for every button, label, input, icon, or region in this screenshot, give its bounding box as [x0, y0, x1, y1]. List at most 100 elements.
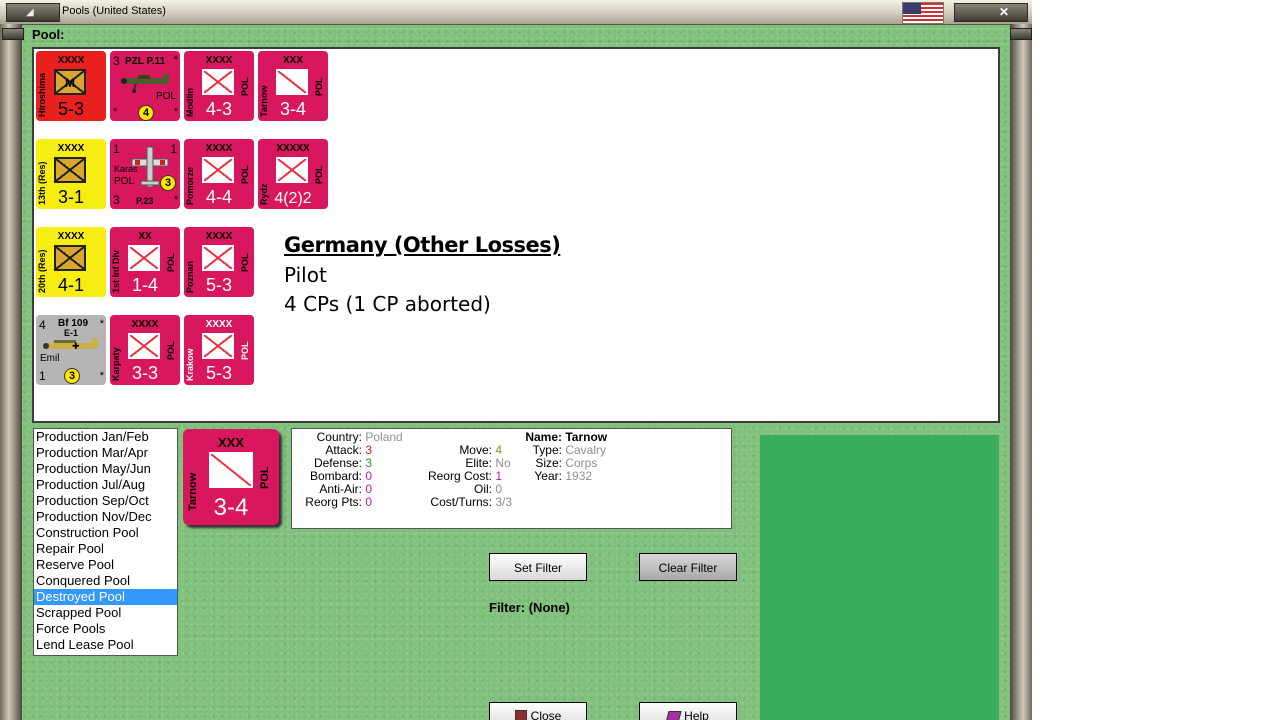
pzl-plane-icon [121, 74, 169, 93]
air-stat-bottom-left: 1 [39, 369, 46, 383]
year-value: 1932 [565, 469, 593, 483]
size-label: Size: [535, 456, 562, 470]
bombard-value: 0 [365, 469, 373, 483]
set-filter-button[interactable]: Set Filter [489, 553, 587, 581]
counter-strength: 5-3 [205, 363, 232, 383]
list-item[interactable]: Production May/Jun [34, 461, 177, 477]
reorgpts-value: 0 [365, 495, 373, 509]
counter-rydz[interactable]: XXXXX Rydz POL 4(2)2 [258, 139, 328, 209]
svg-text:✚: ✚ [72, 342, 80, 352]
close-button[interactable]: Close [489, 702, 587, 720]
counter-poznan[interactable]: XXXX Poznan POL 5-3 [184, 227, 254, 297]
counter-strength: 3-3 [131, 363, 158, 383]
unit-symbol [202, 157, 234, 183]
aircraft-badge: 3 [64, 368, 80, 384]
name-label: Name: [525, 430, 562, 444]
counter-hiroshima[interactable]: XXXX M Hiroshima 5-3 [36, 51, 106, 121]
counter-nation: POL [314, 165, 324, 185]
counter-strength: 4-1 [57, 275, 84, 295]
counter-pzl-p11[interactable]: 3 PZL P.11 * POL * * 4 [110, 51, 180, 121]
air-star: * [99, 370, 104, 382]
unit-symbol [276, 69, 308, 95]
filter-status: Filter: (None) [489, 600, 570, 615]
counter-modlin[interactable]: XXXX Modlin POL 4-3 [184, 51, 254, 121]
pool-type-list[interactable]: Production Jan/Feb Production Mar/Apr Pr… [33, 428, 178, 656]
counter-strength: 3-1 [57, 187, 84, 207]
unit-info-panel: Country: Poland Attack: 3 Defense: 3 Bom… [291, 428, 732, 529]
size-value: Corps [565, 456, 598, 470]
list-item[interactable]: Reserve Pool [34, 557, 177, 573]
loss-cps: 4 CPs (1 CP aborted) [284, 292, 491, 316]
attack-label: Attack: [325, 443, 362, 457]
bf109-plane-icon: ✚ [43, 338, 98, 352]
frame-cap-right [1010, 28, 1032, 40]
unit-symbol [54, 157, 86, 183]
unit-symbol [128, 333, 160, 359]
close-door-icon [514, 710, 527, 720]
unit-symbol [54, 245, 86, 271]
counter-strength: 4(2)2 [274, 190, 312, 207]
air-star: * [99, 318, 104, 330]
air-stat-top-left: 4 [39, 318, 46, 332]
unit-symbol [202, 69, 234, 95]
oil-value: 0 [495, 482, 503, 496]
counter-13th-res[interactable]: XXXX 13th (Res) 3-1 [36, 139, 106, 209]
type-label: Type: [532, 443, 562, 457]
list-item[interactable]: Lend Lease Pool [34, 637, 177, 653]
counter-20th-res[interactable]: XXXX 20th (Res) 4-1 [36, 227, 106, 297]
attack-value: 3 [365, 443, 373, 457]
costturns-value: 3/3 [495, 495, 513, 509]
counter-karpaty[interactable]: XXXX Karpaty POL 3-3 [110, 315, 180, 385]
loss-country: Germany (Other Losses) [284, 233, 561, 257]
counter-strength: 5-3 [57, 99, 84, 119]
unit-symbol [202, 245, 234, 271]
list-item[interactable]: Force Pools [34, 621, 177, 637]
aircraft-nickname: Emil [40, 353, 60, 364]
list-item[interactable]: Production Mar/Apr [34, 445, 177, 461]
aircraft-name: PZL P.11 [125, 56, 166, 67]
type-value: Cavalry [565, 443, 607, 457]
air-star: * [113, 106, 118, 118]
costturns-label: Cost/Turns: [430, 495, 492, 509]
antiair-value: 0 [365, 482, 373, 496]
country-label: Country: [316, 430, 362, 444]
us-flag-icon [902, 2, 944, 24]
close-button-label: Close [530, 709, 562, 720]
counter-krakow[interactable]: XXXX Krakow POL 5-3 [184, 315, 254, 385]
list-item[interactable]: Production Jan/Feb [34, 429, 177, 445]
help-button-label: Help [684, 709, 709, 720]
loss-type: Pilot [284, 263, 327, 287]
window-title: Pools (United States) [62, 5, 166, 17]
list-item[interactable]: Production Nov/Dec [34, 509, 177, 525]
corner-arrow-icon: ◢ [26, 7, 34, 18]
counter-pomorze[interactable]: XXXX Pomorze POL 4-4 [184, 139, 254, 209]
counter-strength: 5-3 [205, 275, 232, 295]
list-item-selected[interactable]: Destroyed Pool [34, 589, 177, 605]
list-item[interactable]: Production Jul/Aug [34, 477, 177, 493]
elite-label: Elite: [465, 456, 492, 470]
list-item[interactable]: Construction Pool [34, 525, 177, 541]
bombard-label: Bombard: [309, 469, 362, 483]
counter-tarnow[interactable]: XXX Tarnow POL 3-4 [258, 51, 328, 121]
aircraft-nation: POL [155, 91, 176, 102]
air-stat-top-left: 1 [113, 142, 120, 156]
air-stat-top-right: 1 [170, 142, 177, 156]
defense-label: Defense: [313, 456, 362, 470]
clear-filter-button[interactable]: Clear Filter [639, 553, 737, 581]
unit-symbol [128, 245, 160, 271]
counter-1st-inf-div[interactable]: XX 1st Inf Div POL 1-4 [110, 227, 180, 297]
counter-karas[interactable]: 1 1 Karas POL 3 3 P.23 * [110, 139, 180, 209]
help-button[interactable]: Help [639, 702, 737, 720]
counter-strength: 4-3 [205, 99, 232, 119]
list-item[interactable]: Conquered Pool [34, 573, 177, 589]
aircraft-nation: POL [114, 176, 135, 187]
list-item[interactable]: Scrapped Pool [34, 605, 177, 621]
aircraft-name: Karas [114, 164, 138, 174]
counter-bf109[interactable]: 4 Bf 109 E-1 * ✚ Emil 1 3 * [36, 315, 106, 385]
close-window-button[interactable]: ✕ [954, 3, 1028, 22]
window-menu-button[interactable]: ◢ [6, 3, 60, 22]
list-item[interactable]: Repair Pool [34, 541, 177, 557]
list-item[interactable]: Production Sep/Oct [34, 493, 177, 509]
aircraft-badge: 3 [160, 175, 176, 191]
frame-cap-left [2, 28, 24, 40]
